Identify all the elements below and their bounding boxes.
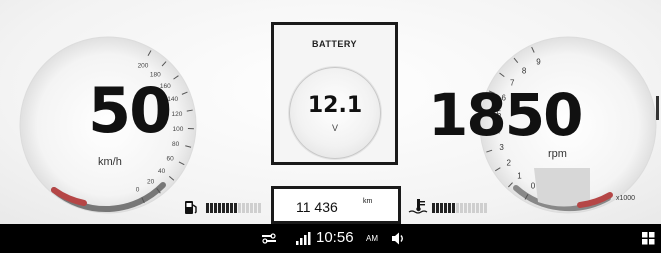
signal-strength-icon[interactable]	[296, 232, 312, 245]
speed-scale-label: 100	[173, 126, 184, 133]
odometer-value: 11 436	[296, 199, 338, 215]
taskbar: 10:56 AM	[0, 224, 661, 253]
odometer-panel[interactable]: 11 436 km	[271, 186, 401, 224]
battery-title: BATTERY	[312, 39, 357, 49]
speed-scale-label: 200	[138, 62, 149, 69]
fuel-level-segment	[246, 203, 249, 213]
speed-scale-label: 20	[147, 179, 155, 186]
coolant-level-segment	[480, 203, 483, 213]
coolant-level-segment	[452, 203, 455, 213]
battery-unit: V	[331, 123, 338, 133]
dashboard: 0 20 40 60 80 100 120 140 160 180 200 50 km/h BATT…	[0, 0, 661, 224]
coolant-level-segment	[460, 203, 463, 213]
connection-icon[interactable]	[262, 233, 276, 244]
fuel-level-segment	[258, 203, 261, 213]
coolant-level-segment	[456, 203, 459, 213]
coolant-level-segment	[476, 203, 479, 213]
coolant-level-segment	[448, 203, 451, 213]
fuel-pump-icon	[185, 201, 197, 214]
fuel-level-segment	[254, 203, 257, 213]
tach-scale-label: 1	[517, 171, 522, 180]
battery-panel[interactable]: BATTERY 12.1 V	[271, 22, 398, 165]
battery-gauge: 12.1 V	[289, 67, 381, 159]
speed-unit: km/h	[98, 156, 122, 168]
coolant-level-segment	[444, 203, 447, 213]
speed-scale-label: 0	[136, 186, 140, 193]
tach-scale-label: 0	[531, 182, 536, 191]
fuel-level-segment	[214, 203, 217, 213]
volume-icon[interactable]	[392, 232, 406, 245]
speed-scale-label: 40	[158, 168, 166, 175]
fuel-level-segment	[250, 203, 253, 213]
coolant-level-segment	[432, 203, 435, 213]
fuel-level-segment	[230, 203, 233, 213]
fuel-level-segment	[242, 203, 245, 213]
fuel-level-segment	[238, 203, 241, 213]
coolant-level-bar	[432, 203, 487, 213]
coolant-level-segment	[464, 203, 467, 213]
speed-scale-label: 80	[172, 141, 180, 148]
fuel-level-segment	[206, 203, 209, 213]
coolant-temperature-icon	[408, 199, 428, 214]
speed-value: 50	[88, 74, 172, 147]
tach-scale-label: 9	[536, 58, 541, 67]
speed-scale-label: 60	[166, 155, 174, 162]
tach-scale-label: 2	[507, 158, 512, 167]
rpm-value: 1850	[428, 81, 583, 149]
battery-value: 12.1	[307, 93, 363, 118]
scroll-indicator[interactable]	[656, 96, 659, 120]
coolant-level-segment	[484, 203, 487, 213]
fuel-level-bar	[206, 203, 261, 213]
fuel-level-segment	[234, 203, 237, 213]
rpm-multiplier: x1000	[616, 195, 636, 202]
coolant-level-segment	[468, 203, 471, 213]
odometer-unit: km	[363, 198, 373, 205]
fuel-level-segment	[210, 203, 213, 213]
fuel-level-segment	[218, 203, 221, 213]
fuel-level-segment	[222, 203, 225, 213]
rpm-unit: rpm	[548, 148, 567, 160]
fuel-level-segment	[226, 203, 229, 213]
coolant-level-segment	[440, 203, 443, 213]
coolant-level-segment	[472, 203, 475, 213]
clock-time: 10:56	[316, 229, 354, 246]
coolant-level-segment	[436, 203, 439, 213]
speed-scale-label: 120	[172, 111, 183, 118]
apps-grid-icon[interactable]	[642, 232, 655, 245]
clock-ampm: AM	[366, 234, 378, 243]
tach-scale-label: 8	[522, 67, 527, 76]
